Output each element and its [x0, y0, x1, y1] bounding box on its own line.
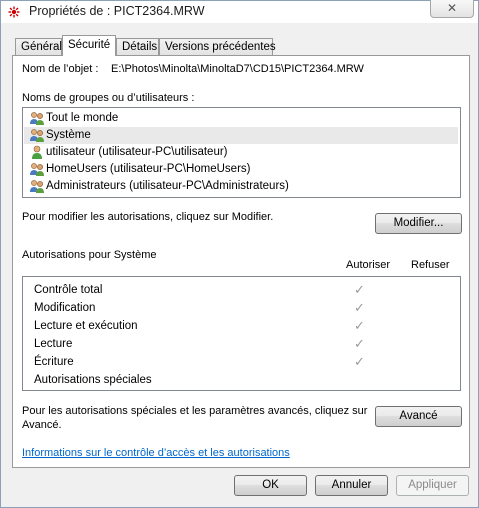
- title-bar: Propriétés de : PICT2364.MRW ✕: [1, 0, 478, 23]
- modify-hint: Pour modifier les autorisations, cliquez…: [22, 211, 274, 223]
- permission-row-read-execute: Lecture et exécution ✓: [24, 317, 460, 335]
- group-name: utilisateur (utilisateur-PC\utilisateur): [46, 146, 228, 158]
- object-name-label: Nom de l’objet :: [22, 63, 99, 75]
- tab-general[interactable]: Général: [15, 38, 62, 56]
- properties-dialog: Propriétés de : PICT2364.MRW ✕ Général S…: [0, 0, 479, 508]
- advanced-hint-line2: Avancé.: [22, 419, 62, 431]
- permissions-listbox[interactable]: Contrôle total ✓ Modification ✓ Lecture …: [22, 276, 461, 391]
- permission-row-modify: Modification ✓: [24, 299, 460, 317]
- apply-button[interactable]: Appliquer: [396, 475, 469, 496]
- deny-column-header: Refuser: [411, 259, 450, 271]
- group-icon: [30, 180, 44, 193]
- permission-row-write: Écriture ✓: [24, 353, 460, 371]
- groups-label: Noms de groupes ou d’utilisateurs :: [22, 92, 195, 104]
- modify-button[interactable]: Modifier...: [375, 213, 462, 234]
- list-item-everyone[interactable]: Tout le monde: [24, 110, 458, 127]
- user-icon: [32, 145, 42, 159]
- checkmark-icon: ✓: [354, 354, 365, 369]
- permission-name: Écriture: [34, 356, 74, 368]
- group-name: Administrateurs (utilisateur-PC\Administ…: [46, 180, 289, 192]
- group-name: Système: [46, 129, 91, 141]
- advanced-hint-line1: Pour les autorisations spéciales et les …: [22, 405, 368, 417]
- group-name: HomeUsers (utilisateur-PC\HomeUsers): [46, 163, 251, 175]
- tab-label: Versions précédentes: [165, 41, 276, 53]
- permission-name: Lecture: [34, 338, 73, 350]
- tab-previous-versions[interactable]: Versions précédentes: [159, 38, 276, 56]
- cancel-button[interactable]: Annuler: [315, 475, 388, 496]
- window-title: Propriétés de : PICT2364.MRW: [29, 4, 205, 18]
- checkmark-icon: ✓: [354, 318, 365, 333]
- list-item-user[interactable]: utilisateur (utilisateur-PC\utilisateur): [24, 144, 458, 161]
- advanced-button[interactable]: Avancé: [375, 406, 462, 427]
- list-item-homeusers[interactable]: HomeUsers (utilisateur-PC\HomeUsers): [24, 161, 458, 178]
- close-icon: ✕: [446, 1, 458, 15]
- group-icon: [30, 112, 44, 125]
- checkmark-icon: ✓: [354, 300, 365, 315]
- permission-row-full-control: Contrôle total ✓: [24, 281, 460, 299]
- object-path: E:\Photos\Minolta\MinoltaD7\CD15\PICT236…: [111, 63, 364, 75]
- checkmark-icon: ✓: [354, 282, 365, 297]
- checkmark-icon: ✓: [354, 336, 365, 351]
- tab-security[interactable]: Sécurité: [62, 35, 116, 56]
- group-icon: [30, 163, 44, 176]
- permission-row-read: Lecture ✓: [24, 335, 460, 353]
- file-type-icon: [8, 6, 20, 18]
- list-item-system[interactable]: Système: [24, 127, 458, 144]
- close-button[interactable]: ✕: [430, 0, 474, 18]
- group-name: Tout le monde: [46, 112, 119, 124]
- tab-label: Sécurité: [68, 39, 111, 51]
- tab-label: Détails: [122, 41, 158, 53]
- security-panel: Nom de l’objet : E:\Photos\Minolta\Minol…: [12, 55, 470, 468]
- permission-name: Autorisations spéciales: [34, 374, 152, 386]
- permissions-for-label: Autorisations pour Système: [22, 249, 157, 261]
- group-icon: [30, 129, 44, 142]
- permission-name: Lecture et exécution: [34, 320, 138, 332]
- tab-details[interactable]: Détails: [116, 38, 159, 56]
- allow-column-header: Autoriser: [346, 259, 391, 271]
- permission-row-special: Autorisations spéciales: [24, 371, 460, 389]
- ok-button[interactable]: OK: [234, 475, 307, 496]
- permission-name: Modification: [34, 302, 96, 314]
- access-control-info-link[interactable]: Informations sur le contrôle d’accès et …: [22, 447, 290, 459]
- tab-label: Général: [21, 41, 62, 53]
- list-item-administrators[interactable]: Administrateurs (utilisateur-PC\Administ…: [24, 178, 458, 195]
- permission-name: Contrôle total: [34, 284, 103, 296]
- groups-listbox[interactable]: Tout le monde Système utilisateur (utili…: [22, 107, 461, 198]
